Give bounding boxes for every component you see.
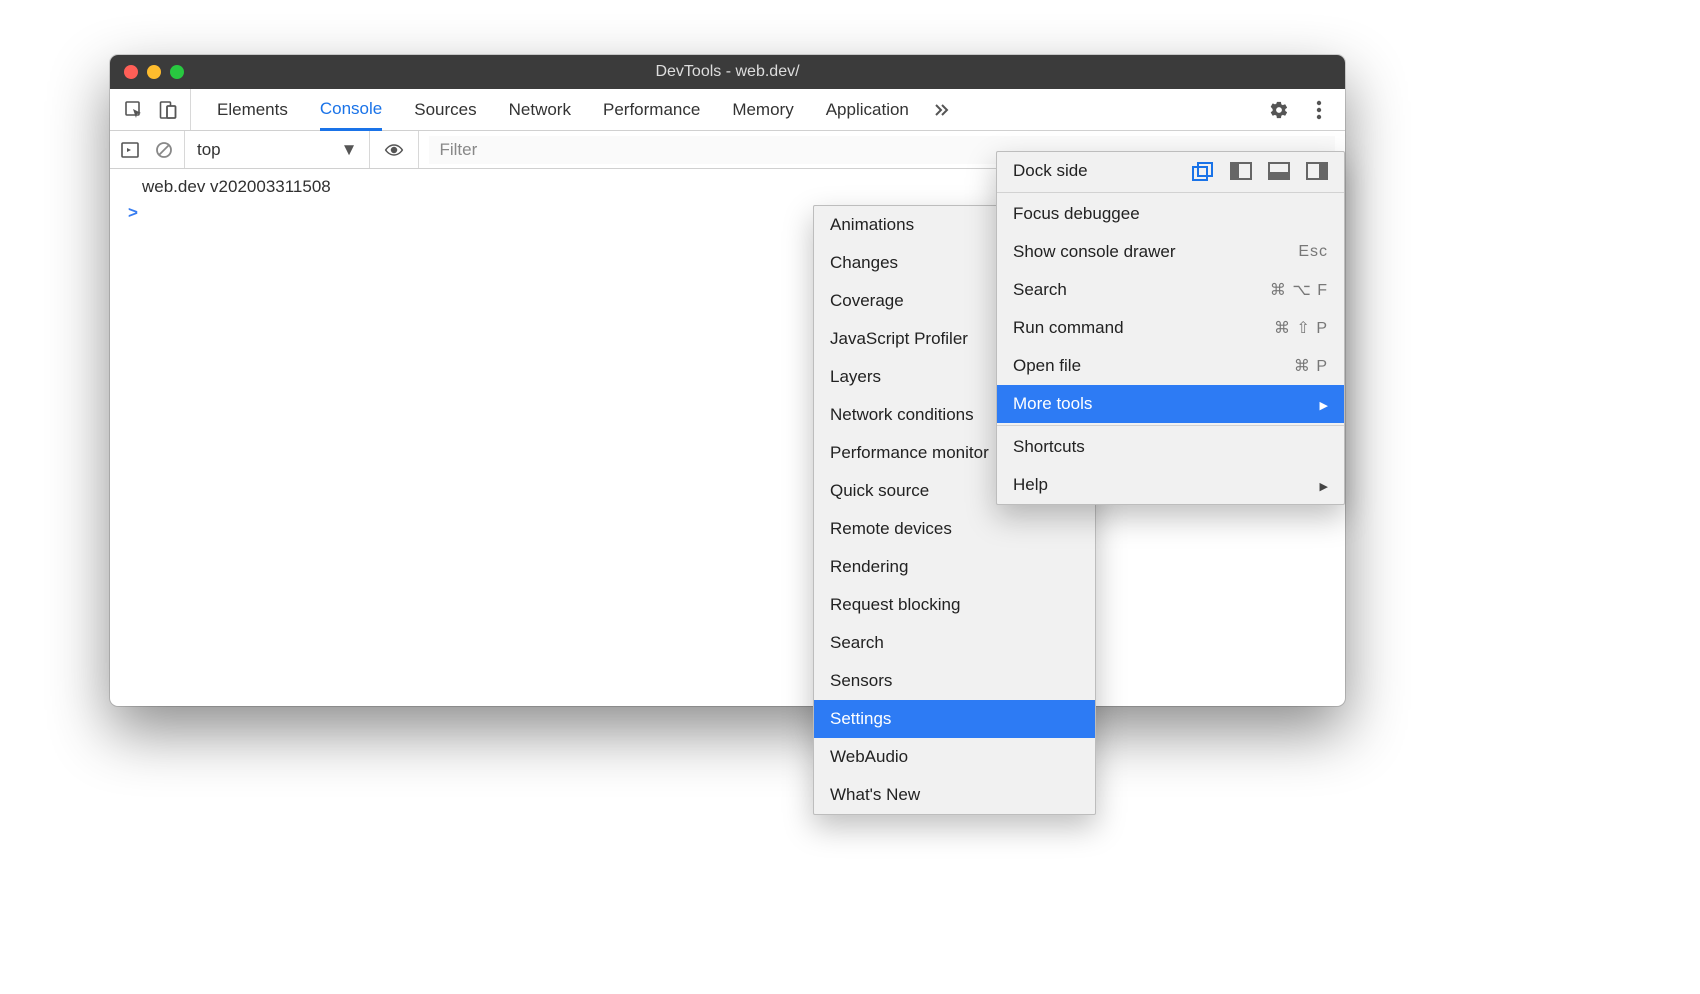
menu-item-label: Shortcuts	[1013, 437, 1085, 457]
more-tools-item-request-blocking[interactable]: Request blocking	[814, 586, 1095, 624]
context-label: top	[197, 140, 221, 160]
menu-item-label: Search	[1013, 280, 1067, 300]
menu-item-shortcuts[interactable]: Shortcuts	[997, 428, 1344, 466]
menu-separator	[997, 425, 1344, 426]
menu-item-label: Run command	[1013, 318, 1124, 338]
console-sidebar-toggle-icon[interactable]	[120, 140, 140, 160]
toggle-device-toolbar-icon[interactable]	[158, 100, 178, 120]
menu-item-help[interactable]: Help	[997, 466, 1344, 504]
menu-item-shortcut: ⌘ ⌥ F	[1270, 280, 1328, 300]
menu-item-label: Open file	[1013, 356, 1081, 376]
menu-item-shortcut: Esc	[1298, 243, 1328, 261]
main-overflow-menu: Dock side Focus debuggee Show console dra…	[996, 151, 1345, 505]
menu-item-label: Focus debuggee	[1013, 204, 1140, 224]
devtools-window: DevTools - web.dev/ Elements Console Sourc…	[110, 55, 1345, 706]
tab-application[interactable]: Application	[826, 89, 909, 130]
dock-side-label: Dock side	[1013, 161, 1088, 181]
more-tools-item-settings[interactable]: Settings	[814, 700, 1095, 738]
more-tools-item-webaudio[interactable]: WebAudio	[814, 738, 1095, 776]
more-tools-item-remote-devices[interactable]: Remote devices	[814, 510, 1095, 548]
execution-context-select[interactable]: top ▼	[185, 131, 370, 168]
menu-item-more-tools[interactable]: More tools	[997, 385, 1344, 423]
tabs-list: Elements Console Sources Network Performance…	[191, 89, 909, 130]
more-tools-item-sensors[interactable]: Sensors	[814, 662, 1095, 700]
menu-item-focus-debuggee[interactable]: Focus debuggee	[997, 195, 1344, 233]
tab-sources[interactable]: Sources	[414, 89, 476, 130]
dock-left-icon[interactable]	[1230, 162, 1252, 180]
menu-item-run-command[interactable]: Run command ⌘ ⇧ P	[997, 309, 1344, 347]
window-titlebar: DevTools - web.dev/	[110, 55, 1345, 89]
devtools-tabs-bar: Elements Console Sources Network Performance…	[110, 89, 1345, 131]
close-window-button[interactable]	[124, 65, 138, 79]
tab-console[interactable]: Console	[320, 90, 382, 131]
submenu-arrow-icon	[1320, 394, 1328, 414]
menu-item-label: Show console drawer	[1013, 242, 1176, 262]
settings-gear-icon[interactable]	[1269, 100, 1289, 120]
traffic-lights	[110, 65, 184, 79]
menu-separator	[997, 192, 1344, 193]
tab-elements[interactable]: Elements	[217, 89, 288, 130]
dock-side-row: Dock side	[997, 152, 1344, 190]
tabs-overflow-icon[interactable]	[931, 100, 951, 120]
menu-item-open-file[interactable]: Open file ⌘ P	[997, 347, 1344, 385]
dock-bottom-icon[interactable]	[1268, 162, 1290, 180]
window-title: DevTools - web.dev/	[110, 63, 1345, 81]
menu-item-shortcut: ⌘ ⇧ P	[1274, 318, 1328, 338]
dock-right-icon[interactable]	[1306, 162, 1328, 180]
tab-memory[interactable]: Memory	[732, 89, 793, 130]
menu-item-search[interactable]: Search ⌘ ⌥ F	[997, 271, 1344, 309]
dropdown-caret-icon: ▼	[341, 140, 358, 160]
clear-console-icon[interactable]	[154, 140, 174, 160]
zoom-window-button[interactable]	[170, 65, 184, 79]
live-expression-eye-icon[interactable]	[384, 140, 404, 160]
kebab-menu-icon[interactable]	[1309, 100, 1329, 120]
more-tools-item-what-s-new[interactable]: What's New	[814, 776, 1095, 814]
tab-network[interactable]: Network	[509, 89, 571, 130]
minimize-window-button[interactable]	[147, 65, 161, 79]
menu-item-label: Help	[1013, 475, 1048, 495]
menu-item-label: More tools	[1013, 394, 1092, 414]
tab-performance[interactable]: Performance	[603, 89, 700, 130]
dock-undock-icon[interactable]	[1192, 162, 1214, 180]
inspect-element-icon[interactable]	[124, 100, 144, 120]
submenu-arrow-icon	[1320, 475, 1328, 495]
menu-item-show-console-drawer[interactable]: Show console drawer Esc	[997, 233, 1344, 271]
menu-item-shortcut: ⌘ P	[1294, 356, 1328, 376]
more-tools-item-rendering[interactable]: Rendering	[814, 548, 1095, 586]
more-tools-item-search[interactable]: Search	[814, 624, 1095, 662]
